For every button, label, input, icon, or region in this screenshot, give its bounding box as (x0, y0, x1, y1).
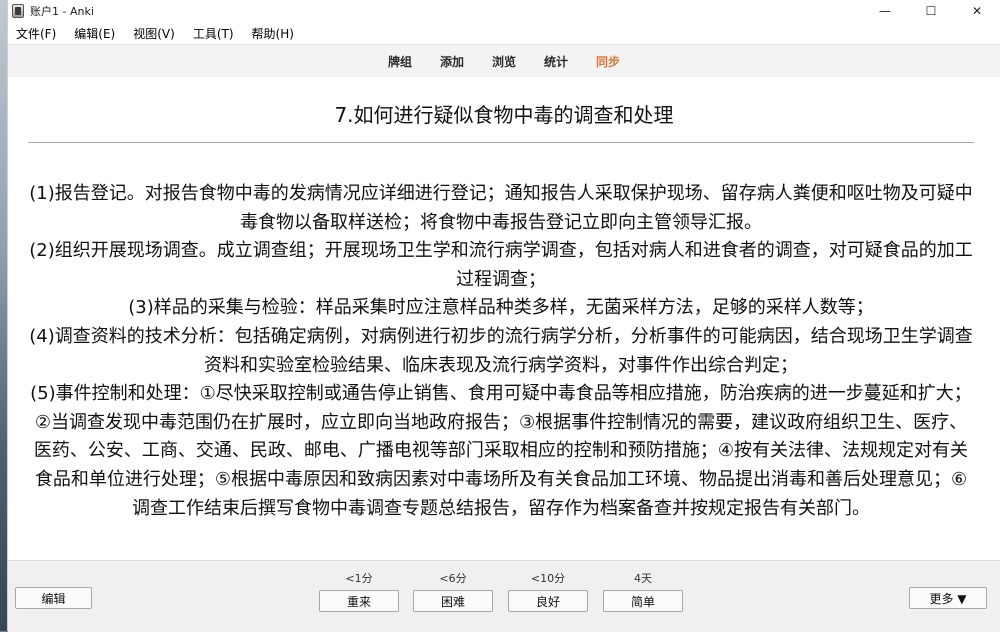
answer-paragraph: (5)事件控制和处理：①尽快采取控制或通告停止销售、食用可疑中毒食品等相应措施，… (30, 383, 972, 519)
desktop-background (0, 0, 7, 631)
toolbar-add[interactable]: 添加 (440, 53, 464, 70)
maximize-button[interactable]: ☐ (908, 0, 954, 22)
card-answer: (1)报告登记。对报告食物中毒的发病情况应详细进行登记；通知报告人采取保护现场、… (28, 180, 974, 523)
answer-divider (28, 142, 974, 143)
card-question: 7.如何进行疑似食物中毒的调查和处理 (334, 103, 674, 127)
minimize-button[interactable]: — (862, 0, 908, 22)
card-view: 7.如何进行疑似食物中毒的调查和处理 (1)报告登记。对报告食物中毒的发病情况应… (8, 77, 1000, 560)
good-interval: <10分 (530, 572, 566, 585)
hard-button[interactable]: 困难 (413, 590, 493, 612)
toolbar-sync[interactable]: 同步 (596, 53, 620, 70)
title-bar[interactable]: 账户1 - Anki — ☐ ✕ (8, 0, 1000, 22)
more-button[interactable]: 更多 ▼ (909, 587, 987, 609)
anki-app-icon (12, 4, 24, 18)
answer-paragraph: (2)组织开展现场调查。成立调查组；开展现场卫生学和流行病学调查，包括对病人和进… (29, 240, 973, 290)
again-button[interactable]: 重来 (319, 590, 399, 612)
answer-paragraph: (1)报告登记。对报告食物中毒的发病情况应详细进行登记；通知报告人采取保护现场、… (29, 183, 973, 233)
toolbar-decks[interactable]: 牌组 (388, 53, 412, 70)
menu-view[interactable]: 视图(V) (125, 25, 181, 42)
close-button[interactable]: ✕ (954, 0, 1000, 22)
window-title: 账户1 - Anki (30, 5, 94, 18)
easy-interval: 4天 (634, 572, 652, 585)
main-toolbar: 牌组 添加 浏览 统计 同步 (8, 44, 1000, 78)
edit-button[interactable]: 编辑 (15, 587, 92, 609)
menu-tools[interactable]: 工具(T) (185, 25, 240, 42)
anki-window: 账户1 - Anki — ☐ ✕ 文件(F) 编辑(E) 视图(V) 工具(T)… (7, 0, 1000, 632)
good-button[interactable]: 良好 (508, 590, 588, 612)
hard-interval: <6分 (439, 572, 467, 585)
review-bottom-bar: 编辑 <1分 <6分 <10分 4天 重来 困难 良好 简单 更多 ▼ (8, 560, 1000, 632)
answer-paragraph: (4)调查资料的技术分析：包括确定病例，对病例进行初步的流行病学分析，分析事件的… (29, 325, 973, 376)
toolbar-browse[interactable]: 浏览 (492, 53, 516, 70)
toolbar-stats[interactable]: 统计 (544, 53, 568, 70)
menu-bar: 文件(F) 编辑(E) 视图(V) 工具(T) 帮助(H) (8, 22, 1000, 44)
easy-button[interactable]: 简单 (603, 590, 683, 612)
menu-edit[interactable]: 编辑(E) (66, 25, 121, 42)
again-interval: <1分 (345, 572, 373, 585)
window-controls: — ☐ ✕ (862, 0, 1000, 22)
answer-paragraph: (3)样品的采集与检验：样品采集时应注意样品种类多样，无菌采样方法，足够的采样人… (128, 297, 874, 319)
menu-help[interactable]: 帮助(H) (244, 25, 300, 42)
menu-file[interactable]: 文件(F) (8, 25, 62, 42)
